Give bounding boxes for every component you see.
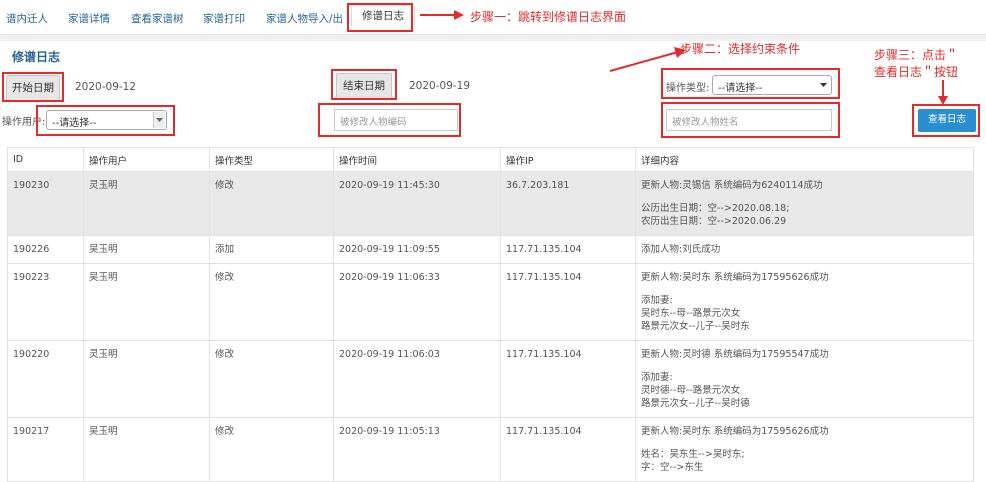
op-user-select[interactable]: --请选择-- <box>46 110 167 130</box>
table-row[interactable]: 190220 灵玉明 修改 2020-09-19 11:06:03 117.71.135… <box>7 340 974 418</box>
cell-detail: 更新人物:灵锡信 系统编码为6240114成功 公历出生日期：空-->2020.0… <box>635 171 974 236</box>
detail-line: 灵时德--母--路景元次女 <box>641 385 741 396</box>
caret-down-icon <box>156 118 163 122</box>
end-date-value: 2020-09-19 <box>409 80 471 92</box>
cell-ip: 117.71.135.104 <box>500 235 636 264</box>
tab-revision-log[interactable]: 修谱日志 <box>351 5 415 27</box>
header-detail: 详细内容 <box>635 147 974 172</box>
arrow-down-icon <box>938 80 948 105</box>
detail-line: 公历出生日期：空-->2020.08.18; <box>641 203 790 214</box>
person-code-input[interactable]: 被修改人物编码 <box>334 109 458 131</box>
detail-spacer <box>641 361 968 371</box>
cell-type: 添加 <box>209 235 334 264</box>
log-table: ID 操作用户 操作类型 操作时间 操作IP 详细内容 190230 灵玉明 修改 2… <box>7 147 974 482</box>
detail-line: 字：空-->东生 <box>641 462 704 473</box>
detail-line: 添加人物:刘氏成功 <box>641 244 721 255</box>
cell-time: 2020-09-19 11:06:33 <box>333 263 501 341</box>
select-dropdown-handle <box>153 112 165 128</box>
cell-user: 吴玉明 <box>83 235 210 264</box>
step2-annotation: 步骤二：选择约束条件 <box>680 42 801 56</box>
op-user-label: 操作用户: <box>2 117 46 128</box>
header-id: ID <box>7 147 84 172</box>
table-header-row: ID 操作用户 操作类型 操作时间 操作IP 详细内容 <box>7 147 974 172</box>
cell-ip: 117.71.135.104 <box>500 263 636 341</box>
header-ip: 操作IP <box>500 147 636 172</box>
cell-user: 吴玉明 <box>83 263 210 341</box>
cell-type: 修改 <box>209 340 334 418</box>
start-date-button[interactable]: 开始日期 <box>6 75 60 101</box>
step3-annotation-line1: 步骤三：点击＂ <box>874 48 959 62</box>
op-type-label: 操作类型: <box>666 83 710 94</box>
cell-detail: 更新人物:灵时德 系统编码为17595547成功 添加妻: 灵时德--母--路景元次… <box>635 340 974 418</box>
separator-band <box>0 35 986 41</box>
cell-detail: 更新人物:吴时东 系统编码为17595626成功 姓名：吴东生-->吴时东; 字：空… <box>635 417 974 482</box>
detail-line: 更新人物:灵锡信 系统编码为6240114成功 <box>641 180 823 191</box>
detail-line: 路景元次女--儿子--吴时东 <box>641 321 750 332</box>
detail-line: 更新人物:吴时东 系统编码为17595626成功 <box>641 272 829 283</box>
cell-type: 修改 <box>209 263 334 341</box>
header-type: 操作类型 <box>209 147 334 172</box>
tab-transfer[interactable]: 谱内迁人 <box>6 11 48 26</box>
detail-spacer <box>641 284 968 294</box>
detail-line: 更新人物:灵时德 系统编码为17595547成功 <box>641 349 829 360</box>
header-time: 操作时间 <box>333 147 501 172</box>
step3-annotation-line2: 查看日志＂按钮 <box>874 65 959 79</box>
cell-user: 灵玉明 <box>83 340 210 418</box>
detail-line: 添加妻: <box>641 372 673 383</box>
caret-down-icon <box>820 83 827 87</box>
tab-import-export[interactable]: 家谱人物导入/出 <box>266 11 343 26</box>
op-user-select-value: --请选择-- <box>52 118 97 129</box>
table-row[interactable]: 190230 灵玉明 修改 2020-09-19 11:45:30 36.7.203.1… <box>7 171 974 236</box>
detail-line: 路景元次女--儿子--吴时德 <box>641 398 750 409</box>
cell-time: 2020-09-19 11:45:30 <box>333 171 501 236</box>
cell-ip: 36.7.203.181 <box>500 171 636 236</box>
detail-line: 更新人物:吴时东 系统编码为17595626成功 <box>641 426 829 437</box>
arrow-right-icon <box>420 10 464 20</box>
table-row[interactable]: 190223 吴玉明 修改 2020-09-19 11:06:33 117.71.135… <box>7 263 974 341</box>
person-name-input[interactable]: 被修改人物姓名 <box>666 109 832 131</box>
cell-detail: 更新人物:吴时东 系统编码为17595626成功 添加妻: 吴时东--母--路景元次… <box>635 263 974 341</box>
detail-line: 吴时东--母--路景元次女 <box>641 308 741 319</box>
tab-print[interactable]: 家谱打印 <box>203 11 245 26</box>
header-user: 操作用户 <box>83 147 210 172</box>
table-row[interactable]: 190226 吴玉明 添加 2020-09-19 11:09:55 117.71.135… <box>7 235 974 264</box>
cell-detail: 添加人物:刘氏成功 <box>635 235 974 264</box>
cell-id: 190217 <box>7 417 84 482</box>
cell-user: 吴玉明 <box>83 417 210 482</box>
cell-id: 190220 <box>7 340 84 418</box>
cell-id: 190230 <box>7 171 84 236</box>
person-name-placeholder: 被修改人物姓名 <box>672 117 739 128</box>
detail-line: 添加妻: <box>641 295 673 306</box>
cell-time: 2020-09-19 11:06:03 <box>333 340 501 418</box>
cell-time: 2020-09-19 11:05:13 <box>333 417 501 482</box>
detail-spacer <box>641 192 968 202</box>
step1-annotation: 步骤一：跳转到修谱日志界面 <box>470 10 627 24</box>
page-title: 修谱日志 <box>12 50 61 64</box>
tab-genealogy-detail[interactable]: 家谱详情 <box>68 11 110 26</box>
table-row[interactable]: 190217 吴玉明 修改 2020-09-19 11:05:13 117.71.135… <box>7 417 974 482</box>
cell-time: 2020-09-19 11:09:55 <box>333 235 501 264</box>
cell-ip: 117.71.135.104 <box>500 417 636 482</box>
start-date-value: 2020-09-12 <box>75 81 137 93</box>
tab-family-tree[interactable]: 查看家谱树 <box>131 11 184 26</box>
cell-id: 190226 <box>7 235 84 264</box>
cell-type: 修改 <box>209 417 334 482</box>
detail-spacer <box>641 438 968 448</box>
detail-line: 姓名：吴东生-->吴时东; <box>641 449 745 460</box>
end-date-button[interactable]: 结束日期 <box>336 73 392 99</box>
arrow-diagonal-icon <box>609 47 686 72</box>
cell-ip: 117.71.135.104 <box>500 340 636 418</box>
detail-line: 农历出生日期：空-->2020.06.29 <box>641 216 787 227</box>
cell-user: 灵玉明 <box>83 171 210 236</box>
op-type-select-value: --请选择-- <box>718 83 763 94</box>
person-code-placeholder: 被修改人物编码 <box>340 117 407 128</box>
cell-id: 190223 <box>7 263 84 341</box>
view-log-button[interactable]: 查看日志 <box>918 109 976 132</box>
cell-type: 修改 <box>209 171 334 236</box>
op-type-select[interactable]: --请选择-- <box>712 75 832 95</box>
